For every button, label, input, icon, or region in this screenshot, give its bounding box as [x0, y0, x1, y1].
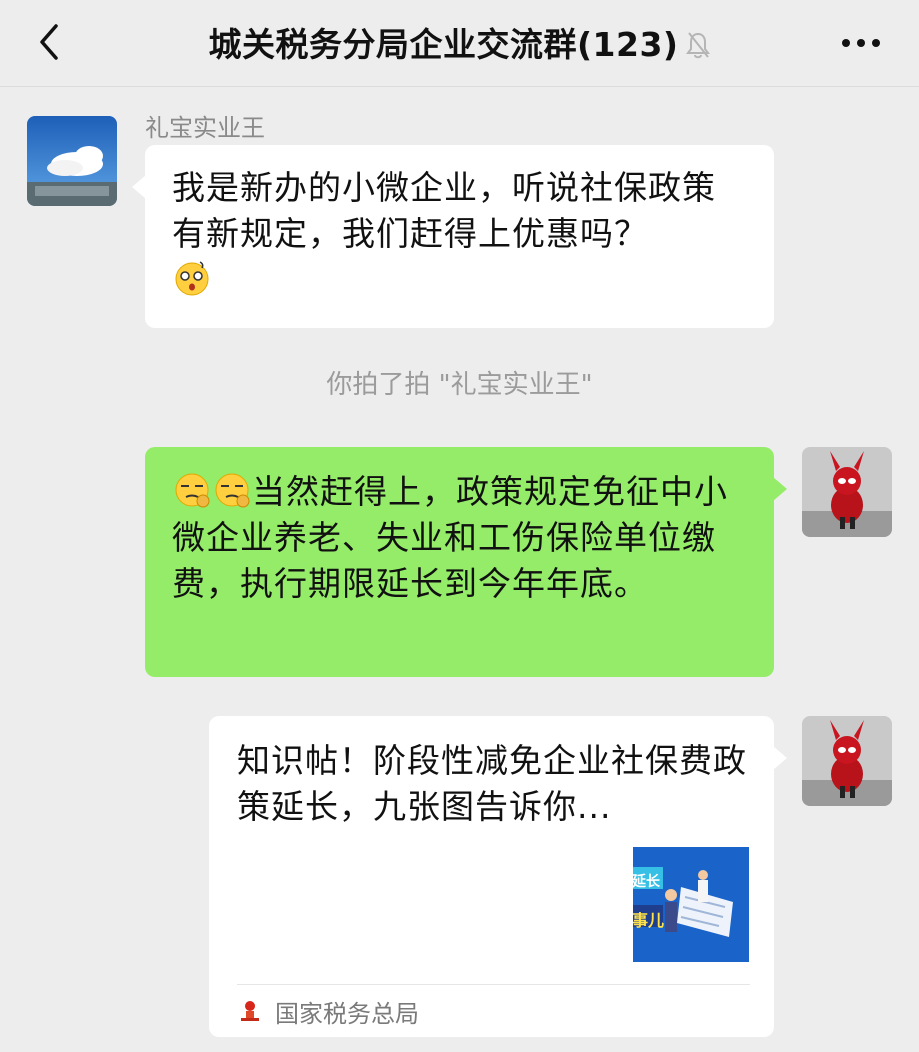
system-pat-message: 你拍了拍 "礼宝实业王": [326, 370, 593, 400]
thumb-text: 延长: [633, 874, 660, 890]
card-thumbnail: 延长 事儿: [633, 847, 749, 962]
red-figure-avatar-icon: [802, 716, 892, 806]
bell-mute-icon: [685, 32, 710, 59]
message-bubble[interactable]: 我是新办的小微企业，听说社保政策有新规定，我们赶得上优惠吗？: [132, 145, 774, 328]
sender-name: 礼宝实业王: [145, 114, 265, 142]
message-text: 当然赶得上，政策规定免征中小微企业养老、失业和工伤保险单位缴费，执行期限延长到今…: [172, 472, 728, 603]
dizzy-face-emoji: [175, 261, 209, 296]
sky-photo-avatar-icon: [27, 116, 117, 206]
red-figure-avatar-icon: [802, 447, 892, 537]
thumb-text: 事儿: [633, 911, 665, 930]
more-dots-icon: [842, 39, 880, 47]
card-title: 知识帖！阶段性减免企业社保费政策延长，九张图告诉你...: [237, 741, 747, 826]
message-text: 我是新办的小微企业，听说社保政策有新规定，我们赶得上优惠吗？: [172, 168, 716, 253]
message-bubble[interactable]: 当然赶得上，政策规定免征中小微企业养老、失业和工伤保险单位缴费，执行期限延长到今…: [145, 447, 787, 677]
chat-header: 城关税务分局企业交流群(123): [0, 0, 919, 87]
avatar-self[interactable]: [802, 447, 892, 537]
tax-bureau-logo-icon: [241, 1001, 259, 1021]
chat-title-wrap: 城关税务分局企业交流群(123): [0, 18, 919, 66]
smirk-ok-emoji: [175, 473, 210, 508]
chat-title: 城关税务分局企业交流群(123): [208, 25, 679, 64]
more-button[interactable]: [839, 28, 883, 58]
avatar-self[interactable]: [802, 716, 892, 806]
avatar[interactable]: [27, 116, 117, 206]
smirk-ok-emoji: [215, 473, 250, 508]
card-source: 国家税务总局: [275, 1000, 419, 1028]
link-card[interactable]: 知识帖！阶段性减免企业社保费政策延长，九张图告诉你... 延长 事儿 国家税务总…: [209, 716, 787, 1037]
card-divider: [237, 984, 750, 985]
